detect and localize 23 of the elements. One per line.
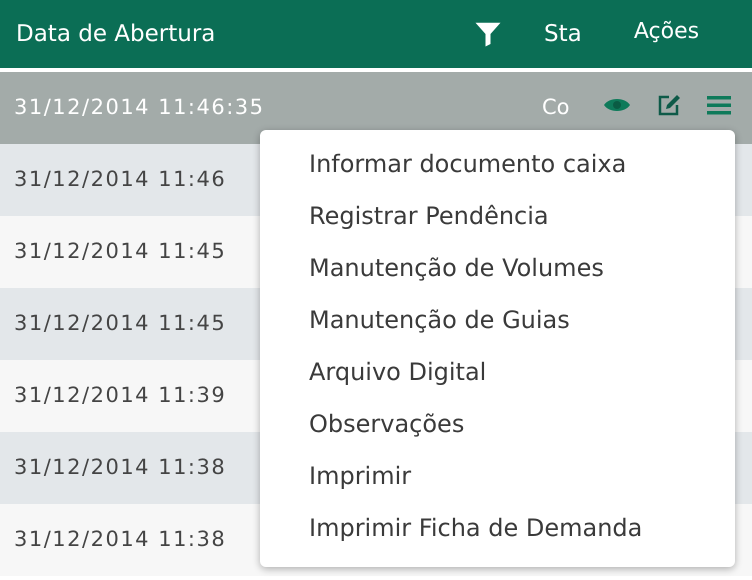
table-cell-text: Co [542, 94, 570, 122]
menu-item[interactable]: Registrar Pendência [309, 198, 735, 250]
table-cell-text: 31/12/2014 11:45 [14, 238, 226, 266]
column-header[interactable]: Sta [530, 0, 580, 68]
edit-icon[interactable] [657, 94, 681, 116]
menu-item[interactable]: Imprimir Ficha de Demanda [309, 510, 735, 562]
table-cell-text: 31/12/2014 11:46 [14, 166, 226, 194]
table-cell-text: 31/12/2014 11:39 [14, 382, 226, 410]
eye-icon[interactable] [603, 96, 631, 114]
menu-icon[interactable] [707, 95, 731, 115]
menu-item[interactable]: Observações [309, 406, 735, 458]
menu-item[interactable]: Manutenção de Guias [309, 302, 735, 354]
table-cell-text: 31/12/2014 11:38 [14, 454, 226, 482]
menu-item[interactable]: Arquivo Digital [309, 354, 735, 406]
menu-item[interactable]: Informar documento caixa [309, 146, 735, 198]
table-cell-text: 31/12/2014 11:38 [14, 526, 226, 554]
column-header[interactable]: Data de Abertura [0, 0, 527, 68]
menu-item[interactable]: Imprimir [309, 458, 735, 510]
column-header[interactable]: Ações [581, 0, 752, 68]
table-cell-text: 31/12/2014 11:46:35 [14, 94, 265, 122]
header-label: Data de Abertura [16, 20, 216, 49]
menu-item[interactable]: Manutenção de Volumes [309, 250, 735, 302]
table-cell-text: 31/12/2014 11:45 [14, 310, 226, 338]
